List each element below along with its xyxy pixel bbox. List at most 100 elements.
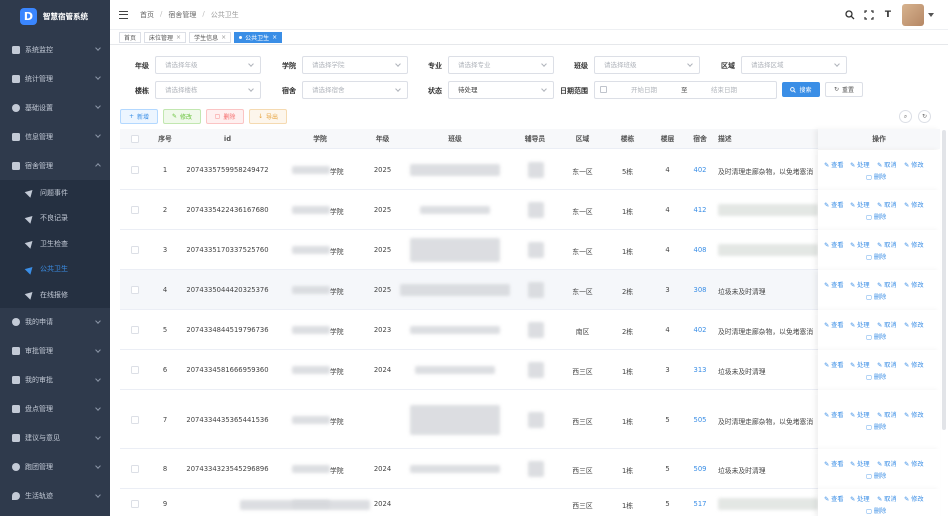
sidebar-item-running-group[interactable]: 跑团管理 xyxy=(0,453,110,482)
row-checkbox[interactable] xyxy=(131,500,139,508)
edit-action[interactable]: ✎ 修改 xyxy=(904,360,924,369)
table-row[interactable]: 6 2074334581666959360 2024 西三区 1栋 3 313 学院 垃圾未及时… xyxy=(120,350,940,390)
handle-action[interactable]: ✎ 处理 xyxy=(850,240,870,249)
delete-action[interactable]: ▢ 删除 xyxy=(866,372,886,381)
start-date-placeholder[interactable]: 开始日期 xyxy=(631,82,657,98)
sidebar-subitem-online-repair[interactable]: 在线报修 xyxy=(0,282,110,308)
end-date-placeholder[interactable]: 结束日期 xyxy=(711,82,737,98)
handle-action[interactable]: ✎ 处理 xyxy=(850,160,870,169)
sidebar-subitem-incidents[interactable]: 问题事件 xyxy=(0,180,110,206)
fullscreen-icon[interactable] xyxy=(864,10,874,20)
delete-action[interactable]: ▢ 删除 xyxy=(866,252,886,261)
college-select[interactable]: 请选择学院 xyxy=(302,56,408,74)
cancel-action[interactable]: ✎ 取消 xyxy=(877,200,897,209)
edit-action[interactable]: ✎ 修改 xyxy=(904,160,924,169)
delete-button[interactable]: ▢ 删除 xyxy=(206,109,244,124)
table-row[interactable]: 4 2074335044420325376 2025 东一区 2栋 3 308 学院 垃圾未及时… xyxy=(120,270,940,310)
sidebar-item-statistics[interactable]: 统计管理 xyxy=(0,64,110,93)
row-dorm[interactable]: 308 xyxy=(685,286,715,294)
row-dorm[interactable]: 402 xyxy=(685,166,715,174)
sidebar-item-my-applications[interactable]: 我的申请 xyxy=(0,308,110,337)
row-dorm[interactable]: 505 xyxy=(685,416,715,424)
row-dorm[interactable]: 402 xyxy=(685,326,715,334)
menu-toggle-icon[interactable] xyxy=(119,10,128,19)
row-checkbox[interactable] xyxy=(131,465,139,473)
sidebar-item-dorm-management[interactable]: 宿舍管理 xyxy=(0,151,110,180)
table-row[interactable]: 7 2074334435365441536 西三区 1栋 5 505 学院 及时清理走廊杂物，… xyxy=(120,390,940,449)
row-dorm[interactable]: 408 xyxy=(685,246,715,254)
handle-action[interactable]: ✎ 处理 xyxy=(850,320,870,329)
close-icon[interactable]: × xyxy=(272,34,277,41)
view-action[interactable]: ✎ 查看 xyxy=(824,280,844,289)
date-range-picker[interactable]: 开始日期 至 结束日期 xyxy=(594,81,777,99)
sidebar-item-info-management[interactable]: 信息管理 xyxy=(0,122,110,151)
building-select[interactable]: 请选择楼栋 xyxy=(155,81,261,99)
avatar[interactable] xyxy=(902,4,924,26)
breadcrumb-home[interactable]: 首页 xyxy=(140,10,154,20)
dorm-select[interactable]: 请选择宿舍 xyxy=(302,81,408,99)
app-logo[interactable]: D 智慧宿管系统 xyxy=(0,0,110,32)
view-action[interactable]: ✎ 查看 xyxy=(824,320,844,329)
edit-action[interactable]: ✎ 修改 xyxy=(904,494,924,503)
delete-action[interactable]: ▢ 删除 xyxy=(866,471,886,480)
edit-action[interactable]: ✎ 修改 xyxy=(904,200,924,209)
row-dorm[interactable]: 509 xyxy=(685,465,715,473)
sidebar-subitem-hygiene-check[interactable]: 卫生检查 xyxy=(0,231,110,257)
table-row[interactable]: 2 2074335422436167680 2025 东一区 1栋 4 412 学院 ✎ 查看… xyxy=(120,190,940,230)
handle-action[interactable]: ✎ 处理 xyxy=(850,494,870,503)
row-checkbox[interactable] xyxy=(131,326,139,334)
delete-action[interactable]: ▢ 删除 xyxy=(866,212,886,221)
cancel-action[interactable]: ✎ 取消 xyxy=(877,160,897,169)
view-action[interactable]: ✎ 查看 xyxy=(824,160,844,169)
row-checkbox[interactable] xyxy=(131,416,139,424)
delete-action[interactable]: ▢ 删除 xyxy=(866,332,886,341)
cancel-action[interactable]: ✎ 取消 xyxy=(877,459,897,468)
major-select[interactable]: 请选择专业 xyxy=(448,56,554,74)
sidebar-item-system-monitor[interactable]: 系统监控 xyxy=(0,35,110,64)
tab-student-info[interactable]: 学生信息 × xyxy=(189,31,232,43)
grade-select[interactable]: 请选择年级 xyxy=(155,56,261,74)
edit-action[interactable]: ✎ 修改 xyxy=(904,410,924,419)
page-scrollbar[interactable] xyxy=(942,130,946,430)
edit-action[interactable]: ✎ 修改 xyxy=(904,459,924,468)
row-checkbox[interactable] xyxy=(131,206,139,214)
refresh-button[interactable]: ↻ xyxy=(918,110,931,123)
close-icon[interactable]: × xyxy=(221,34,226,41)
search-toggle-button[interactable]: ⌕ xyxy=(899,110,912,123)
cancel-action[interactable]: ✎ 取消 xyxy=(877,494,897,503)
export-button[interactable]: ↓ 导出 xyxy=(249,109,287,124)
table-row[interactable]: 3 2074335170337525760 2025 东一区 1栋 4 408 学院 ✎ 查看… xyxy=(120,230,940,270)
add-button[interactable]: + 新增 xyxy=(120,109,158,124)
font-size-icon[interactable]: T xyxy=(883,10,893,20)
delete-action[interactable]: ▢ 删除 xyxy=(866,506,886,515)
area-select[interactable]: 请选择区域 xyxy=(741,56,847,74)
delete-action[interactable]: ▢ 删除 xyxy=(866,422,886,431)
handle-action[interactable]: ✎ 处理 xyxy=(850,360,870,369)
table-row[interactable]: 8 2074334323545296896 2024 西三区 1栋 5 509 学院 垃圾未及时… xyxy=(120,449,940,489)
edit-action[interactable]: ✎ 修改 xyxy=(904,320,924,329)
class-select[interactable]: 请选择班级 xyxy=(594,56,700,74)
view-action[interactable]: ✎ 查看 xyxy=(824,494,844,503)
sidebar-item-basic-settings[interactable]: 基础设置 xyxy=(0,93,110,122)
select-all-checkbox[interactable] xyxy=(131,135,139,143)
handle-action[interactable]: ✎ 处理 xyxy=(850,410,870,419)
row-dorm[interactable]: 517 xyxy=(685,500,715,508)
edit-action[interactable]: ✎ 修改 xyxy=(904,280,924,289)
view-action[interactable]: ✎ 查看 xyxy=(824,459,844,468)
sidebar-subitem-bad-records[interactable]: 不良记录 xyxy=(0,206,110,232)
tab-bed-management[interactable]: 床位管理 × xyxy=(144,31,187,43)
cancel-action[interactable]: ✎ 取消 xyxy=(877,410,897,419)
row-checkbox[interactable] xyxy=(131,286,139,294)
row-checkbox[interactable] xyxy=(131,166,139,174)
reset-button[interactable]: ↻ 重置 xyxy=(825,82,863,97)
table-row[interactable]: 5 2074334844519796736 2023 南区 2栋 4 402 学院 及时清理走廊… xyxy=(120,310,940,350)
handle-action[interactable]: ✎ 处理 xyxy=(850,280,870,289)
delete-action[interactable]: ▢ 删除 xyxy=(866,172,886,181)
sidebar-item-approval-management[interactable]: 审批管理 xyxy=(0,337,110,366)
view-action[interactable]: ✎ 查看 xyxy=(824,200,844,209)
view-action[interactable]: ✎ 查看 xyxy=(824,360,844,369)
caret-down-icon[interactable] xyxy=(928,13,934,17)
search-icon[interactable] xyxy=(845,10,855,20)
view-action[interactable]: ✎ 查看 xyxy=(824,240,844,249)
cancel-action[interactable]: ✎ 取消 xyxy=(877,240,897,249)
